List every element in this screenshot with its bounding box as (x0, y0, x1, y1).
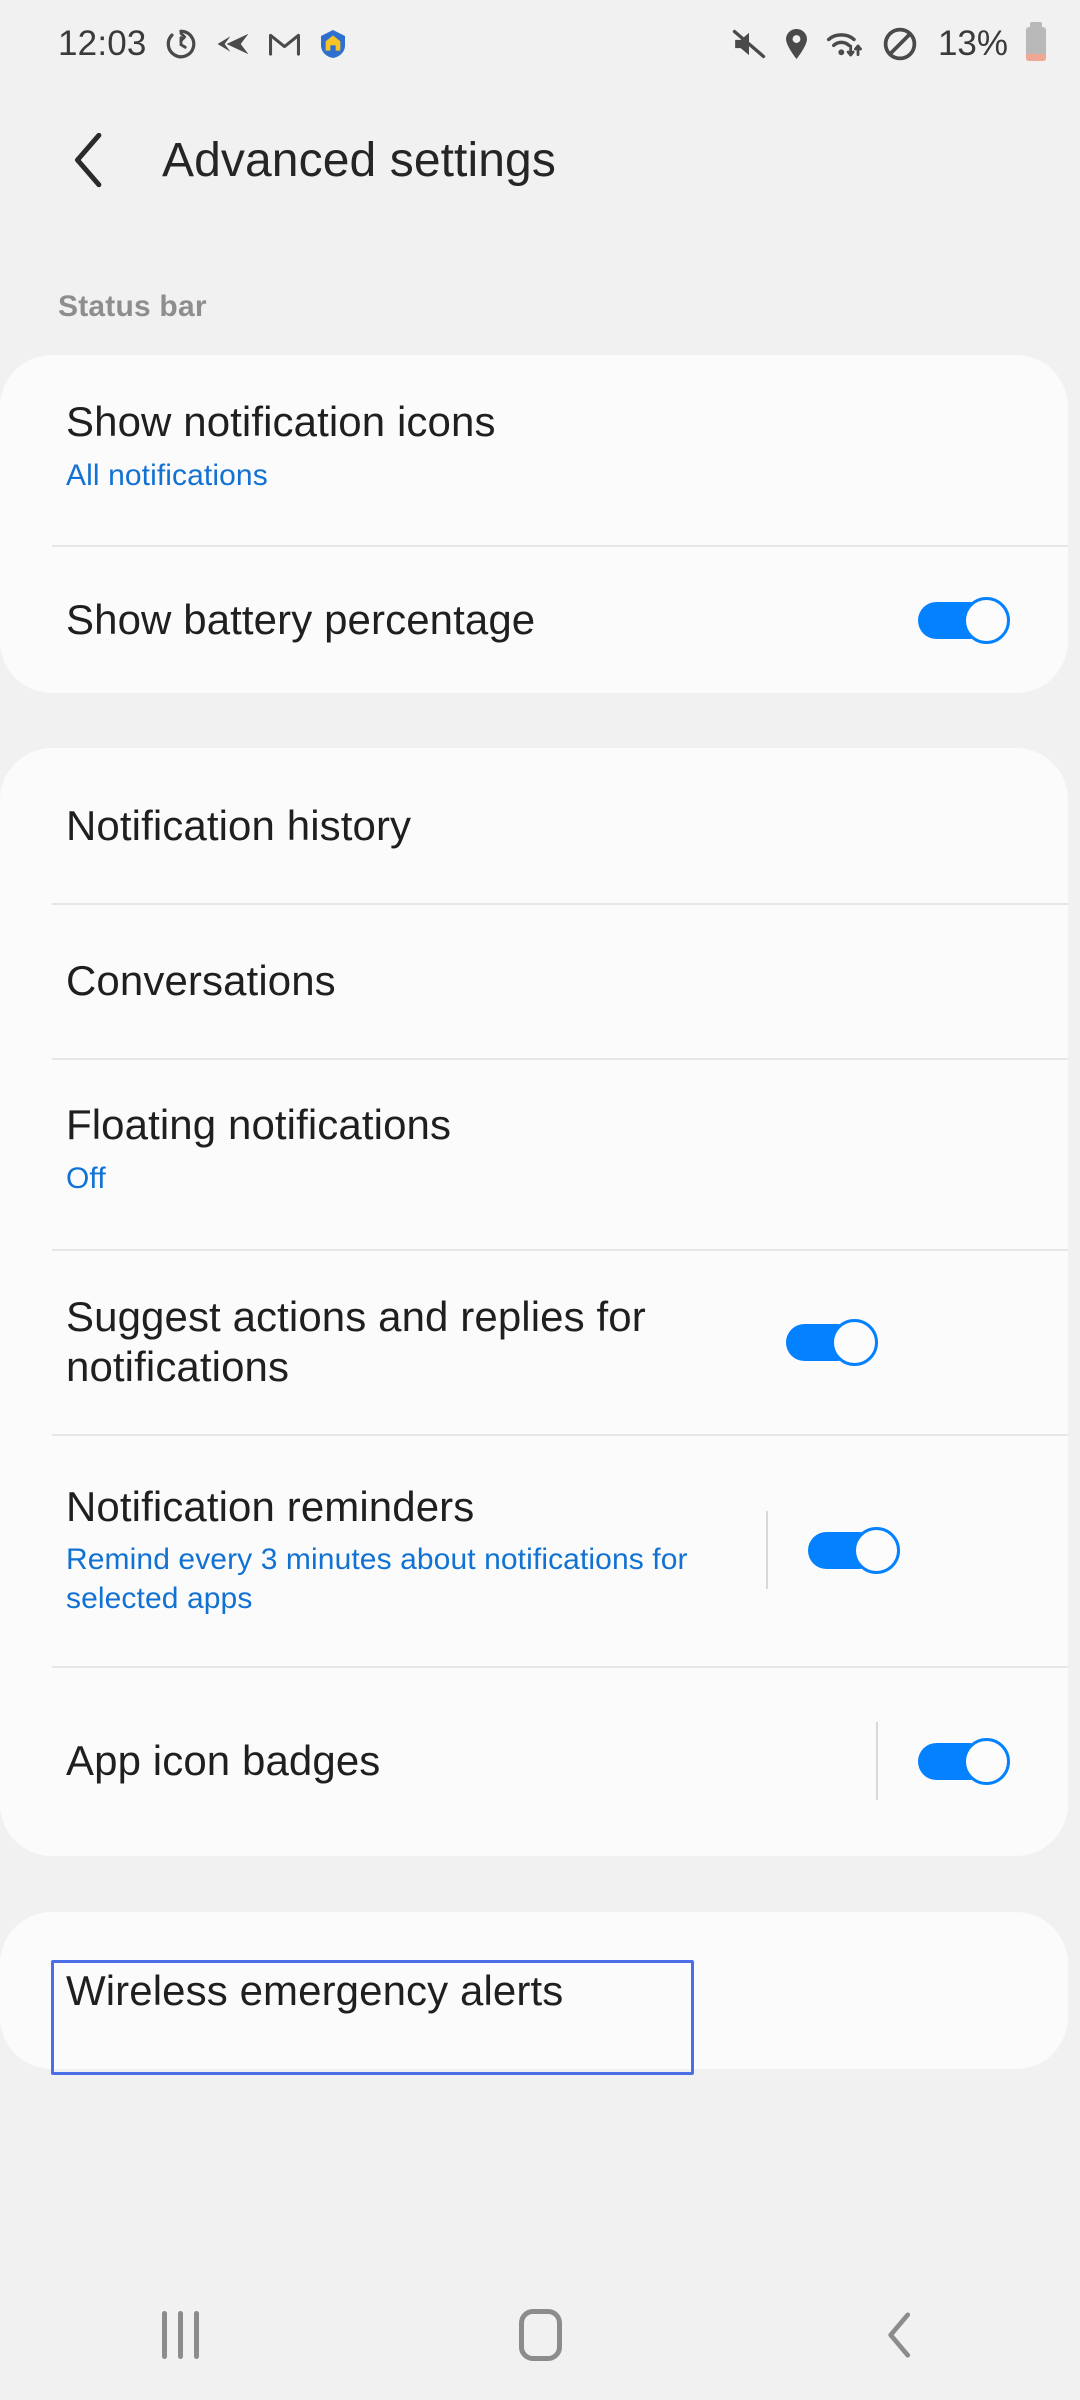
setting-title: Conversations (66, 956, 336, 1004)
app-header: Advanced settings (0, 110, 1080, 210)
home-icon (518, 2309, 562, 2361)
battery-percentage: 13% (937, 24, 1008, 63)
row-text-block: Show notification icons All notification… (66, 397, 1024, 495)
setting-row-show-notification-icons[interactable]: Show notification icons All notification… (0, 355, 1068, 545)
settings-card-emergency: Wireless emergency alerts (0, 1912, 1068, 2069)
setting-subtitle: Remind every 3 minutes about notificatio… (66, 1543, 688, 1616)
setting-row-app-icon-badges[interactable]: App icon badges (0, 1666, 1068, 1856)
back-nav-button[interactable] (820, 2285, 980, 2385)
back-icon (888, 2312, 911, 2358)
setting-title: Show notification icons (66, 398, 496, 445)
sync-icon (166, 29, 196, 59)
toggle-show-battery-percentage[interactable] (918, 597, 1010, 644)
setting-row-notification-history[interactable]: Notification history (0, 748, 1068, 903)
status-bar-clock: 12:03 (58, 24, 147, 63)
status-bar-right-group: 13% (731, 22, 1046, 64)
control-separator (876, 1722, 878, 1800)
control-separator (766, 1511, 768, 1589)
row-text-block: Show battery percentage (66, 595, 918, 645)
setting-subtitle: All notifications (66, 458, 268, 492)
do-not-disturb-icon (883, 27, 917, 61)
home-button[interactable] (460, 2285, 620, 2385)
system-navigation-bar (0, 2270, 1080, 2400)
settings-card-notifications: Notification history Conversations Float… (0, 748, 1068, 1856)
toggle-knob (853, 1527, 900, 1574)
toggle-knob (963, 1738, 1010, 1785)
row-text-block: Wireless emergency alerts (66, 1966, 1024, 2016)
gmail-icon (268, 33, 300, 56)
setting-title: Wireless emergency alerts (66, 1966, 564, 2014)
send-arrow-icon (217, 33, 249, 55)
setting-title: Show battery percentage (66, 596, 536, 644)
toggle-notification-reminders[interactable] (808, 1527, 900, 1574)
row-text-block: Notification history (66, 801, 1024, 851)
setting-row-notification-reminders[interactable]: Notification reminders Remind every 3 mi… (0, 1434, 1068, 1666)
row-text-block: Suggest actions and replies for notifica… (66, 1292, 786, 1391)
setting-title: App icon badges (66, 1737, 381, 1785)
mute-icon (732, 29, 766, 59)
phone-screen: 12:03 13% Advanced settings Status bar S… (0, 0, 1080, 2400)
toggle-knob (963, 597, 1010, 644)
chevron-left-icon (75, 132, 102, 188)
setting-subtitle: Off (66, 1161, 106, 1195)
setting-row-suggest-actions[interactable]: Suggest actions and replies for notifica… (0, 1249, 1068, 1434)
status-bar: 12:03 13% (0, 0, 1080, 88)
row-text-block: Floating notifications Off (66, 1100, 1024, 1198)
row-text-block: App icon badges (66, 1736, 876, 1786)
setting-title: Suggest actions and replies for notifica… (66, 1292, 646, 1390)
setting-row-conversations[interactable]: Conversations (0, 903, 1068, 1058)
row-text-block: Notification reminders Remind every 3 mi… (66, 1482, 766, 1619)
settings-card-status-bar: Show notification icons All notification… (0, 355, 1068, 693)
setting-row-show-battery-percentage[interactable]: Show battery percentage (0, 545, 1068, 695)
toggle-knob (831, 1318, 878, 1366)
setting-title: Notification history (66, 801, 412, 849)
location-icon (785, 28, 807, 60)
setting-title: Floating notifications (66, 1101, 452, 1148)
setting-row-wireless-emergency-alerts[interactable]: Wireless emergency alerts (0, 1912, 1068, 2069)
setting-title: Notification reminders (66, 1482, 475, 1530)
page-title: Advanced settings (162, 133, 556, 187)
toggle-app-icon-badges[interactable] (918, 1738, 1010, 1785)
home-shield-icon (320, 30, 345, 58)
row-text-block: Conversations (66, 956, 1024, 1006)
status-bar-left-group: 12:03 (58, 24, 348, 64)
battery-low-icon (1026, 22, 1046, 61)
section-label-status-bar: Status bar (58, 290, 207, 323)
setting-row-floating-notifications[interactable]: Floating notifications Off (0, 1058, 1068, 1249)
wifi-icon (826, 33, 862, 57)
recents-icon (161, 2311, 199, 2359)
recents-button[interactable] (100, 2285, 260, 2385)
back-button[interactable] (58, 129, 120, 191)
toggle-suggest-actions[interactable] (786, 1318, 878, 1366)
